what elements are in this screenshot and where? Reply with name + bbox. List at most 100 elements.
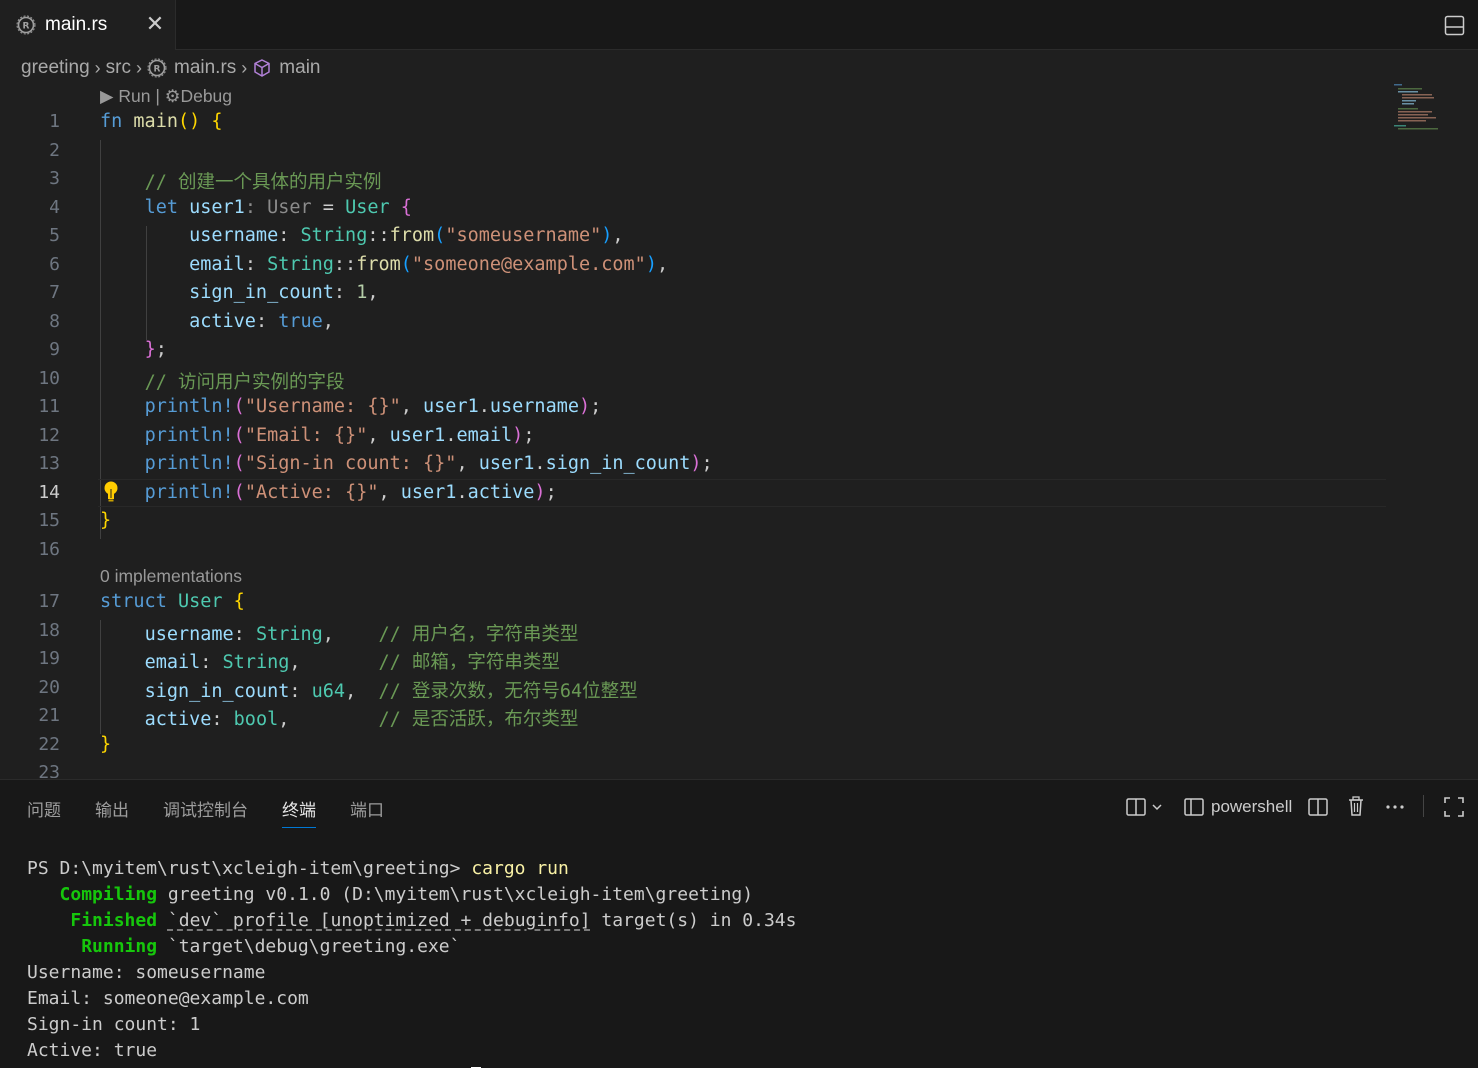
codelens-separator: | xyxy=(155,86,160,106)
code-token: , xyxy=(367,282,379,303)
code-token: ; xyxy=(701,453,713,474)
code-token: ( xyxy=(233,424,245,446)
toggle-panel-icon[interactable] xyxy=(1444,15,1465,36)
split-terminal-icon[interactable] xyxy=(1125,796,1147,818)
code-line: 18 username: String, // 用户名，字符串类型 xyxy=(0,618,1478,647)
line-number: 5 xyxy=(49,225,60,246)
line-number: 1 xyxy=(49,111,60,132)
code-line: 9 }; xyxy=(0,337,1478,366)
code-token: ) xyxy=(601,225,613,246)
chevron-right-icon: › xyxy=(94,57,101,78)
tab-main-rs[interactable]: R main.rs ✕ xyxy=(0,0,176,50)
code-token: , xyxy=(456,453,479,474)
code-token: fn xyxy=(100,111,123,132)
breadcrumb-item-greeting[interactable]: greeting xyxy=(21,57,90,79)
line-number: 9 xyxy=(49,339,60,360)
code-token: "Sign-in count: {}" xyxy=(244,453,457,474)
breadcrumb-item-main[interactable]: main xyxy=(279,57,320,79)
terminal-line: Username: someusername xyxy=(27,962,266,983)
code-token: struct xyxy=(100,591,167,612)
code-line: 1 fn main() { xyxy=(0,109,1478,138)
tab-problems[interactable]: 问题 xyxy=(27,796,61,828)
codelens-implementations[interactable]: 0 implementations xyxy=(100,566,242,587)
tab-ports[interactable]: 端口 xyxy=(350,796,384,828)
minimap[interactable] xyxy=(1392,82,1462,132)
code-token: String xyxy=(255,623,323,645)
code-token: ( xyxy=(400,253,412,275)
line-number: 16 xyxy=(38,538,60,560)
code-line-active: 14 println!("Active: {}", user1.active); xyxy=(0,480,1478,509)
lightbulb-icon[interactable] xyxy=(103,480,119,504)
code-token: "Username: {}" xyxy=(244,396,401,417)
code-line: 16 xyxy=(0,537,1478,566)
code-token: println! xyxy=(144,481,234,503)
code-token: user1 xyxy=(400,481,457,503)
line-number: 14 xyxy=(38,481,60,503)
code-token: ; xyxy=(155,339,167,360)
code-token: "Email: {}" xyxy=(244,424,368,446)
code-comment: // 是否活跃，布尔类型 xyxy=(289,709,579,730)
play-icon[interactable]: ▶ xyxy=(100,86,113,106)
gear-icon[interactable]: ⚙ xyxy=(165,86,181,106)
code-token: : xyxy=(333,282,357,303)
code-token: ) xyxy=(645,253,657,275)
terminal-text: target(s) in 0.34s xyxy=(590,910,797,931)
tab-terminal[interactable]: 终端 xyxy=(282,796,316,828)
code-token: , xyxy=(400,396,424,417)
debug-codelens[interactable]: Debug xyxy=(180,86,232,106)
code-token: :: xyxy=(367,225,390,246)
terminal-line: Sign-in count: 1 xyxy=(27,1014,201,1035)
line-number: 4 xyxy=(49,196,60,218)
terminal-shell-label[interactable]: powershell xyxy=(1211,797,1292,817)
terminal-line: Compiling greeting v0.1.0 (D:\myitem\rus… xyxy=(27,882,796,908)
tab-output[interactable]: 输出 xyxy=(95,796,129,828)
code-token: bool xyxy=(233,709,279,730)
code-token: ( xyxy=(233,396,245,417)
code-token: : xyxy=(244,253,268,275)
code-token: . xyxy=(478,396,490,417)
code-line: 22 } xyxy=(0,732,1478,761)
chevron-down-icon[interactable] xyxy=(1150,796,1164,818)
split-editor-icon[interactable] xyxy=(1307,796,1329,818)
code-token: , xyxy=(367,424,390,446)
line-number: 17 xyxy=(38,591,60,612)
code-token: user1 xyxy=(478,453,535,474)
code-token: ) xyxy=(578,396,591,417)
code-token: String xyxy=(300,225,368,246)
code-token: : xyxy=(211,709,234,730)
code-line: 10 // 访问用户实例的字段 xyxy=(0,366,1478,395)
code-line: 23 xyxy=(0,760,1478,778)
code-token: } xyxy=(144,339,156,360)
run-codelens[interactable]: Run xyxy=(118,86,150,106)
code-token: : xyxy=(255,310,279,332)
code-line: 5 username: String::from("someusername")… xyxy=(0,223,1478,252)
code-token: ; xyxy=(545,481,557,503)
breadcrumb-item-main-rs[interactable]: main.rs xyxy=(174,57,236,79)
trash-icon[interactable] xyxy=(1345,795,1367,817)
terminal-icon[interactable] xyxy=(1183,796,1205,818)
close-icon[interactable]: ✕ xyxy=(144,13,166,35)
code-line: 6 email: String::from("someone@example.c… xyxy=(0,252,1478,281)
tab-debug-console[interactable]: 调试控制台 xyxy=(163,796,248,828)
code-token: { xyxy=(200,111,223,132)
code-editor[interactable]: ▶ Run | ⚙Debug 1 fn main() { 2 3 // 创建一个… xyxy=(0,82,1478,778)
more-icon[interactable] xyxy=(1384,796,1406,818)
code-token: } xyxy=(100,733,112,755)
breadcrumb: greeting › src › R main.rs › main xyxy=(21,54,320,82)
code-token: { xyxy=(222,591,245,612)
code-token: email xyxy=(456,424,513,446)
code-token: "someone@example.com" xyxy=(411,253,646,275)
cube-icon xyxy=(254,59,271,77)
code-comment: // 用户名，字符串类型 xyxy=(333,623,579,645)
terminal-output[interactable]: PS D:\myitem\rust\xcleigh-item\greeting>… xyxy=(27,856,796,1068)
terminal-line: PS D:\myitem\rust\xcleigh-item\greeting>… xyxy=(27,856,796,882)
maximize-icon[interactable] xyxy=(1443,796,1465,818)
line-number: 19 xyxy=(38,648,60,669)
code-token: from xyxy=(356,253,401,275)
code-token: ) xyxy=(690,453,702,474)
breadcrumb-item-src[interactable]: src xyxy=(106,57,131,79)
code-token: email xyxy=(144,652,201,673)
code-token: ( xyxy=(233,481,245,503)
terminal-text: `target\debug\greeting.exe` xyxy=(157,936,461,957)
code-line: 8 active: true, xyxy=(0,309,1478,338)
